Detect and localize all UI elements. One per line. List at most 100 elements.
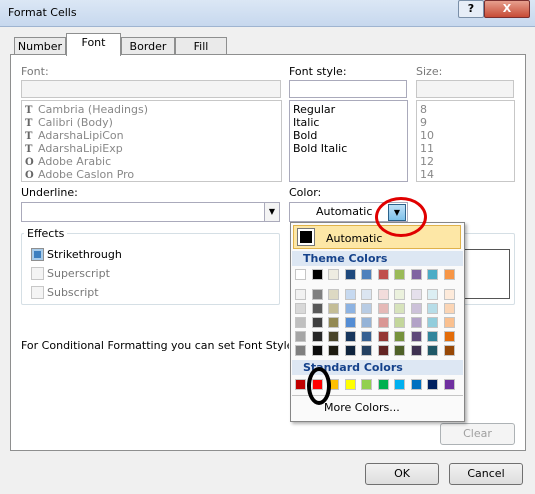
- tab-fill[interactable]: Fill: [175, 37, 227, 55]
- superscript-checkbox[interactable]: [31, 267, 44, 280]
- theme-shade-swatch[interactable]: [410, 331, 422, 342]
- theme-shade-swatch[interactable]: [344, 345, 356, 356]
- standard-color-swatch[interactable]: [377, 379, 389, 390]
- size-item[interactable]: 11: [417, 142, 514, 155]
- theme-shade-swatch[interactable]: [377, 345, 389, 356]
- font-input[interactable]: [21, 80, 281, 98]
- automatic-color-option[interactable]: Automatic: [293, 225, 461, 249]
- theme-shade-swatch[interactable]: [427, 303, 438, 314]
- theme-shade-swatch[interactable]: [328, 317, 339, 328]
- theme-shade-swatch[interactable]: [295, 289, 306, 300]
- size-item[interactable]: 8: [417, 103, 514, 116]
- font-style-item[interactable]: Regular: [290, 103, 407, 116]
- font-style-item[interactable]: Italic: [290, 116, 407, 129]
- size-item[interactable]: 12: [417, 155, 514, 168]
- theme-shade-swatch[interactable]: [377, 331, 389, 342]
- theme-shade-swatch[interactable]: [410, 289, 422, 300]
- theme-shade-swatch[interactable]: [410, 303, 422, 314]
- theme-shade-swatch[interactable]: [394, 289, 405, 300]
- font-style-input[interactable]: [289, 80, 407, 98]
- theme-shade-swatch[interactable]: [295, 331, 306, 342]
- theme-shade-swatch[interactable]: [394, 317, 405, 328]
- theme-shade-swatch[interactable]: [311, 317, 323, 328]
- tab-font[interactable]: Font: [66, 33, 121, 56]
- theme-shade-swatch[interactable]: [361, 303, 372, 314]
- theme-shade-swatch[interactable]: [311, 345, 323, 356]
- clear-button[interactable]: Clear: [440, 423, 515, 445]
- theme-color-swatch[interactable]: [311, 269, 323, 280]
- theme-shade-swatch[interactable]: [344, 317, 356, 328]
- size-input[interactable]: [416, 80, 514, 98]
- theme-shade-swatch[interactable]: [361, 331, 372, 342]
- standard-color-swatch[interactable]: [427, 379, 438, 390]
- standard-color-swatch[interactable]: [344, 379, 356, 390]
- font-list[interactable]: T Cambria (Headings) T Calibri (Body) T Ada…: [21, 100, 282, 182]
- tab-border[interactable]: Border: [121, 37, 175, 55]
- theme-shade-swatch[interactable]: [361, 289, 372, 300]
- tab-number[interactable]: Number: [14, 37, 66, 55]
- standard-color-swatch[interactable]: [394, 379, 405, 390]
- theme-shade-swatch[interactable]: [295, 303, 306, 314]
- theme-shade-swatch[interactable]: [394, 303, 405, 314]
- standard-color-swatch[interactable]: [410, 379, 422, 390]
- theme-shade-swatch[interactable]: [443, 345, 455, 356]
- theme-shade-swatch[interactable]: [344, 331, 356, 342]
- theme-color-swatch[interactable]: [377, 269, 389, 280]
- theme-color-swatch[interactable]: [410, 269, 422, 280]
- font-list-item[interactable]: T Calibri (Body): [22, 116, 281, 129]
- chevron-down-icon[interactable]: ▼: [264, 203, 279, 221]
- theme-shade-swatch[interactable]: [377, 303, 389, 314]
- theme-shade-swatch[interactable]: [427, 331, 438, 342]
- theme-color-swatch[interactable]: [427, 269, 438, 280]
- theme-shade-swatch[interactable]: [443, 289, 455, 300]
- theme-color-swatch[interactable]: [295, 269, 306, 280]
- standard-color-swatch[interactable]: [443, 379, 455, 390]
- theme-shade-swatch[interactable]: [344, 303, 356, 314]
- theme-shade-swatch[interactable]: [361, 317, 372, 328]
- subscript-checkbox[interactable]: [31, 286, 44, 299]
- theme-shade-swatch[interactable]: [328, 345, 339, 356]
- theme-shade-swatch[interactable]: [427, 317, 438, 328]
- font-style-item[interactable]: Bold Italic: [290, 142, 407, 155]
- theme-shade-swatch[interactable]: [311, 303, 323, 314]
- font-list-item[interactable]: O Adobe Arabic: [22, 155, 281, 168]
- theme-shade-swatch[interactable]: [427, 345, 438, 356]
- strikethrough-checkbox[interactable]: [31, 248, 44, 261]
- font-list-item[interactable]: O Adobe Caslon Pro: [22, 168, 281, 181]
- theme-color-swatch[interactable]: [361, 269, 372, 280]
- size-item[interactable]: 10: [417, 129, 514, 142]
- theme-shade-swatch[interactable]: [328, 303, 339, 314]
- theme-shade-swatch[interactable]: [410, 345, 422, 356]
- theme-shade-swatch[interactable]: [295, 317, 306, 328]
- theme-shade-swatch[interactable]: [311, 331, 323, 342]
- theme-shade-swatch[interactable]: [443, 317, 455, 328]
- theme-shade-swatch[interactable]: [443, 303, 455, 314]
- theme-shade-swatch[interactable]: [295, 345, 306, 356]
- theme-shade-swatch[interactable]: [427, 289, 438, 300]
- close-button[interactable]: X: [484, 0, 530, 18]
- font-list-item[interactable]: T Cambria (Headings): [22, 103, 281, 116]
- ok-button[interactable]: OK: [365, 463, 439, 485]
- theme-color-swatch[interactable]: [328, 269, 339, 280]
- standard-color-swatch[interactable]: [361, 379, 372, 390]
- size-item[interactable]: 9: [417, 116, 514, 129]
- font-list-item[interactable]: T AdarshaLipiCon: [22, 129, 281, 142]
- more-colors-link[interactable]: More Colors...: [324, 401, 400, 414]
- theme-shade-swatch[interactable]: [311, 289, 323, 300]
- theme-shade-swatch[interactable]: [328, 289, 339, 300]
- standard-color-swatch[interactable]: [295, 379, 306, 390]
- theme-color-swatch[interactable]: [344, 269, 356, 280]
- theme-color-swatch[interactable]: [443, 269, 455, 280]
- size-list[interactable]: 8 9 10 11 12 14: [416, 100, 515, 182]
- size-item[interactable]: 14: [417, 168, 514, 181]
- theme-shade-swatch[interactable]: [394, 331, 405, 342]
- font-style-list[interactable]: Regular Italic Bold Bold Italic: [289, 100, 408, 182]
- help-button[interactable]: ?: [458, 0, 484, 18]
- theme-shade-swatch[interactable]: [377, 317, 389, 328]
- theme-color-swatch[interactable]: [394, 269, 405, 280]
- theme-shade-swatch[interactable]: [443, 331, 455, 342]
- theme-shade-swatch[interactable]: [394, 345, 405, 356]
- theme-shade-swatch[interactable]: [361, 345, 372, 356]
- underline-select[interactable]: ▼: [21, 202, 280, 222]
- font-list-item[interactable]: T AdarshaLipiExp: [22, 142, 281, 155]
